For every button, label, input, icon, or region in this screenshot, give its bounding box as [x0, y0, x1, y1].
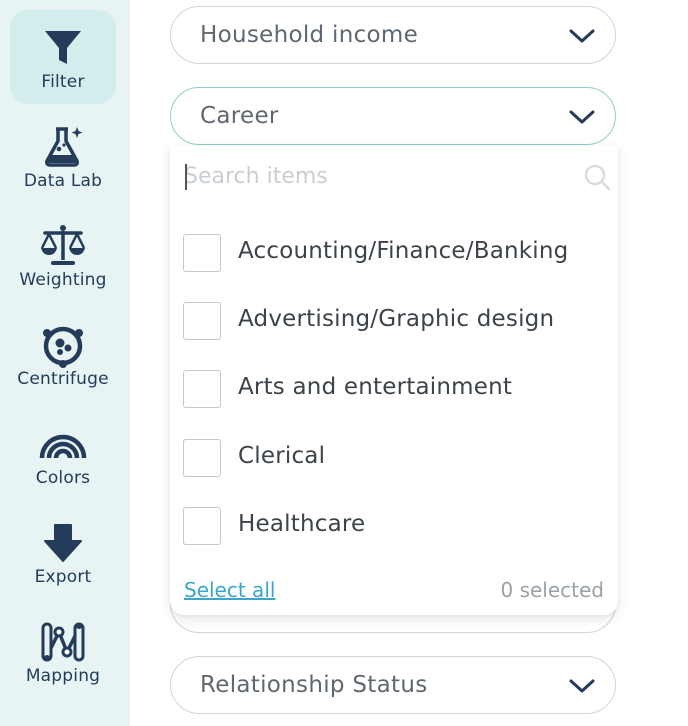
- search-box: [184, 154, 612, 198]
- sidebar-item-label: Mapping: [25, 666, 101, 686]
- text-caret: [185, 164, 187, 190]
- select-value: Household income: [200, 22, 419, 48]
- flask-icon: [45, 127, 83, 167]
- search-input[interactable]: [184, 154, 564, 198]
- sidebar-item-centrifuge[interactable]: Centrifuge: [10, 307, 116, 401]
- sidebar: Filter Data Lab Weighting Centrifuge Col…: [0, 0, 130, 726]
- household-income-select[interactable]: Household income: [170, 6, 616, 64]
- sidebar-item-label: Centrifuge: [17, 369, 109, 389]
- option-accounting[interactable]: Accounting/Finance/Banking: [183, 232, 603, 276]
- option-checkbox[interactable]: [183, 439, 221, 477]
- option-advertising[interactable]: Advertising/Graphic design: [183, 300, 603, 344]
- career-dropdown: Accounting/Finance/Banking Advertising/G…: [170, 146, 618, 615]
- sidebar-item-data-lab[interactable]: Data Lab: [10, 109, 116, 203]
- sidebar-item-mapping[interactable]: Mapping: [10, 604, 116, 698]
- option-checkbox[interactable]: [183, 302, 221, 340]
- sidebar-item-weighting[interactable]: Weighting: [10, 208, 116, 302]
- option-checkbox[interactable]: [183, 234, 221, 272]
- chevron-down-icon: [569, 110, 595, 124]
- option-checkbox[interactable]: [183, 507, 221, 545]
- option-healthcare[interactable]: Healthcare: [183, 505, 603, 549]
- sidebar-item-label: Weighting: [19, 270, 107, 290]
- chevron-down-icon: [569, 679, 595, 693]
- select-value: Career: [200, 103, 279, 129]
- sidebar-item-label: Colors: [35, 468, 91, 488]
- option-label: Accounting/Finance/Banking: [238, 238, 569, 264]
- sidebar-item-filter[interactable]: Filter: [10, 10, 116, 104]
- option-label: Arts and entertainment: [238, 374, 513, 400]
- rainbow-icon: [39, 434, 87, 459]
- scale-icon: [40, 225, 86, 265]
- option-arts[interactable]: Arts and entertainment: [183, 368, 603, 412]
- filter-panel: Household income Relationship Status Car…: [130, 0, 688, 726]
- career-select[interactable]: Career: [170, 87, 616, 145]
- option-clerical[interactable]: Clerical: [183, 437, 603, 481]
- option-label: Healthcare: [238, 511, 366, 537]
- selected-count: 0 selected: [500, 578, 604, 602]
- chevron-down-icon: [569, 29, 595, 43]
- sidebar-item-export[interactable]: Export: [10, 505, 116, 599]
- sidebar-item-label: Export: [34, 567, 92, 587]
- relationship-status-select[interactable]: Relationship Status: [170, 656, 616, 714]
- select-value: Relationship Status: [200, 672, 428, 698]
- search-icon[interactable]: [582, 162, 612, 192]
- sidebar-item-label: Data Lab: [23, 171, 103, 191]
- sidebar-item-colors[interactable]: Colors: [10, 406, 116, 500]
- download-arrow-icon: [44, 524, 82, 562]
- option-label: Advertising/Graphic design: [238, 306, 555, 332]
- select-all-link[interactable]: Select all: [184, 578, 275, 602]
- option-label: Clerical: [238, 443, 326, 469]
- centrifuge-icon: [43, 326, 83, 368]
- filter-icon: [45, 31, 81, 64]
- mapping-icon: [41, 622, 85, 662]
- option-checkbox[interactable]: [183, 370, 221, 408]
- sidebar-item-label: Filter: [41, 72, 85, 92]
